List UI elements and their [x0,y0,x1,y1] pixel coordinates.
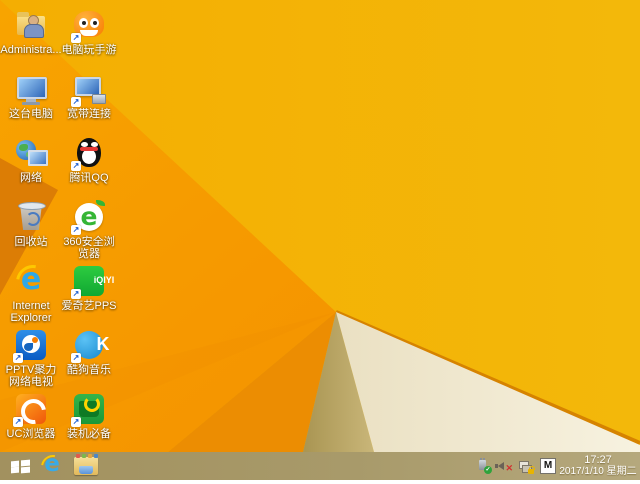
desktop-icon-pc-mobile-games[interactable]: ↗ 电脑玩手游 [58,8,120,56]
taskbar-file-explorer-button[interactable] [70,452,102,480]
shortcut-arrow-icon: ↗ [71,417,81,427]
modem-icon [92,94,106,104]
icon-label: Administra... [0,44,62,56]
desktop-icon-this-pc[interactable]: 这台电脑 [0,72,62,120]
icon-label: 这台电脑 [9,108,53,120]
desktop-icon-essential-apps[interactable]: ↗ 装机必备 [58,392,120,440]
shortcut-arrow-icon: ↗ [13,353,23,363]
desktop-icon-kugou[interactable]: K ↗ 酷狗音乐 [58,328,120,376]
file-explorer-icon [74,454,98,475]
shortcut-arrow-icon: ↗ [71,289,81,299]
desktop-icon-pptv[interactable]: ↗ PPTV聚力 网络电视 [0,328,62,388]
shortcut-arrow-icon: ↗ [71,33,81,43]
icon-label: PPTV聚力 网络电视 [5,364,57,388]
desktop-icon-administrator[interactable]: Administra... [0,8,62,56]
desktop-icon-qq[interactable]: ↗ 腾讯QQ [58,136,120,184]
clock-time: 17:27 [584,454,612,466]
icon-label: 电脑玩手游 [61,44,117,56]
start-button[interactable] [4,452,36,480]
icon-label: UC浏览器 [6,428,56,440]
usb-safely-remove-icon[interactable]: ✓ [477,458,492,474]
icon-label: 酷狗音乐 [67,364,111,376]
shortcut-arrow-icon: ↗ [71,97,81,107]
shortcut-arrow-icon: ↗ [71,161,81,171]
icon-label: 360安全浏览器 [63,236,115,260]
icon-label: 宽带连接 [67,108,111,120]
shortcut-arrow-icon: ↗ [71,353,81,363]
icon-label: 回收站 [14,236,48,248]
taskbar-internet-explorer-button[interactable]: e [36,450,70,484]
desktop: Administra... ↗ 电脑玩手游 这台电脑 ↗ 宽带连接 网络 ↗ 腾… [0,0,640,484]
desktop-icon-recycle-bin[interactable]: 回收站 [0,200,62,248]
monitor-icon [28,150,48,166]
icon-label: 网络 [20,172,42,184]
computer-icon [17,77,47,99]
system-tray: ✓ ✕ M [477,452,556,480]
desktop-icon-uc-browser[interactable]: ↗ UC浏览器 [0,392,62,440]
icon-label: 装机必备 [67,428,111,440]
taskbar: e ✓ ✕ M 17:27 2017/1/10 星期二 [0,450,640,484]
icon-label: 爱奇艺PPS [61,300,117,312]
ie-icon: e [36,450,70,484]
desktop-icon-360-browser[interactable]: e ↗ 360安全浏览器 [58,200,120,260]
shortcut-arrow-icon: ↗ [71,225,81,235]
desktop-icon-internet-explorer[interactable]: e Internet Explorer [0,258,62,324]
desktop-icon-network[interactable]: 网络 [0,136,62,184]
taskbar-clock[interactable]: 17:27 2017/1/10 星期二 [558,454,638,478]
desktop-icon-iqiyi[interactable]: iQIYI ↗ 爱奇艺PPS [58,264,120,312]
clock-date: 2017/1/10 星期二 [559,466,637,477]
volume-muted-icon[interactable]: ✕ [495,459,513,473]
network-status-icon[interactable] [519,459,535,474]
desktop-icon-broadband[interactable]: ↗ 宽带连接 [58,72,120,120]
windows-logo-icon [11,459,29,474]
ime-indicator[interactable]: M [540,458,556,474]
shortcut-arrow-icon: ↗ [13,417,23,427]
icon-label: Internet Explorer [10,300,52,324]
icon-label: 腾讯QQ [69,172,109,184]
